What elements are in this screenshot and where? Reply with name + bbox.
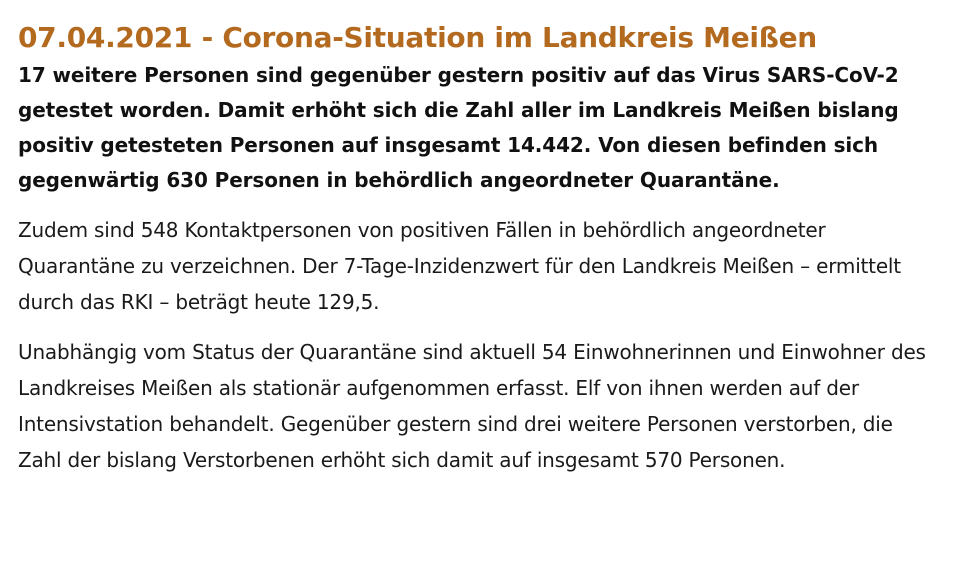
article-lead-paragraph: 17 weitere Personen sind gegenüber geste… bbox=[18, 63, 899, 192]
article-paragraph-contacts: Zudem sind 548 Kontaktpersonen von posit… bbox=[18, 218, 901, 314]
news-article: 07.04.2021 - Corona-Situation im Landkre… bbox=[0, 0, 958, 582]
article-paragraph-hospital: Unabhängig vom Status der Quarantäne sin… bbox=[18, 340, 926, 472]
article-headline: 07.04.2021 - Corona-Situation im Landkre… bbox=[18, 21, 817, 54]
